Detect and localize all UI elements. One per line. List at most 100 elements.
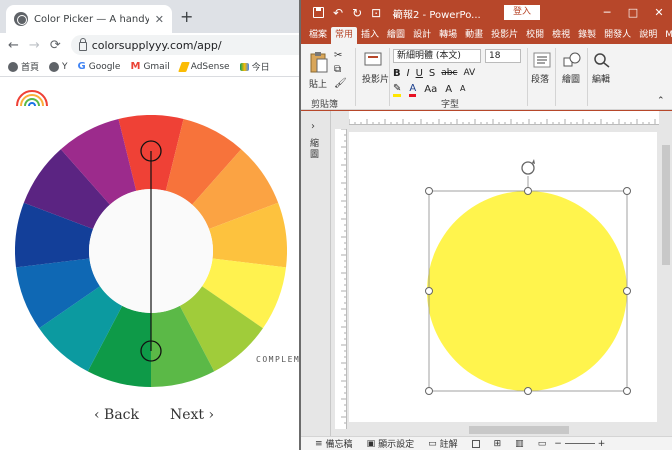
- zoom-slider[interactable]: − +: [554, 439, 605, 449]
- shrink-font-button[interactable]: A: [460, 84, 465, 97]
- back-arrow-icon[interactable]: ←: [8, 38, 19, 53]
- font-format-row: B I U S abc AV: [393, 68, 475, 79]
- comments-toggle[interactable]: ▭ 註解: [428, 437, 458, 450]
- shadow-button[interactable]: S: [429, 68, 435, 79]
- bookmark-item[interactable]: 今日: [239, 60, 270, 73]
- tab-file[interactable]: 檔案: [305, 27, 331, 44]
- italic-button[interactable]: I: [407, 68, 410, 79]
- normal-view-button[interactable]: [471, 439, 480, 448]
- copy-icon[interactable]: ⧉: [334, 64, 341, 75]
- back-button[interactable]: ‹ Back: [94, 407, 139, 423]
- browser-toolbar: ← → ⟳ colorsupplyyy.com/app/: [0, 33, 299, 57]
- font-size-select[interactable]: 18: [485, 49, 521, 63]
- slide-canvas[interactable]: [349, 132, 657, 422]
- sorter-view-button[interactable]: ⊞: [494, 439, 502, 449]
- bookmark-item[interactable]: AdSense: [177, 61, 230, 72]
- editing-label[interactable]: 編輯: [592, 72, 610, 85]
- paste-label[interactable]: 貼上: [309, 77, 327, 90]
- save-icon[interactable]: [313, 7, 324, 18]
- next-button[interactable]: Next ›: [170, 407, 214, 423]
- paragraph-icon[interactable]: [533, 52, 551, 68]
- slide-svg: [425, 159, 631, 395]
- bookmark-item[interactable]: G Google: [78, 61, 121, 72]
- tab-developer[interactable]: 開發人: [600, 27, 635, 44]
- underline-button[interactable]: U: [416, 68, 423, 79]
- bold-button[interactable]: B: [393, 68, 401, 79]
- color-wheel[interactable]: [15, 115, 287, 387]
- resize-handle[interactable]: [524, 187, 532, 195]
- login-button[interactable]: 登入: [504, 5, 540, 20]
- thumbnails-label[interactable]: 縮圖: [310, 139, 322, 161]
- tab-slideshow[interactable]: 投影片: [487, 27, 522, 44]
- rotate-handle-icon[interactable]: [521, 159, 535, 175]
- format-painter-icon[interactable]: 🖌: [334, 78, 347, 89]
- globe-icon: [14, 12, 28, 26]
- resize-handle[interactable]: [623, 287, 631, 295]
- bookmark-item[interactable]: 首頁: [8, 60, 39, 73]
- tab-transitions[interactable]: 轉場: [435, 27, 461, 44]
- resize-handle[interactable]: [524, 387, 532, 395]
- tab-strip: Color Picker — A handy design ✕ +: [0, 0, 299, 33]
- resize-handle[interactable]: [425, 387, 433, 395]
- rainbow-logo-icon[interactable]: [14, 86, 50, 108]
- collapse-ribbon-icon[interactable]: ⌃: [657, 96, 665, 106]
- bookmark-item[interactable]: Y: [49, 61, 68, 72]
- redo-icon[interactable]: ↻: [352, 6, 362, 20]
- cut-icon[interactable]: ✂: [334, 50, 342, 61]
- tab-home[interactable]: 常用: [331, 27, 358, 44]
- shapes-icon[interactable]: [563, 52, 581, 68]
- resize-handle[interactable]: [425, 287, 433, 295]
- tab-review[interactable]: 校閱: [522, 27, 548, 44]
- font-color-button[interactable]: A: [409, 84, 417, 97]
- display-settings[interactable]: ▣ 顯示設定: [367, 437, 415, 450]
- new-slide-icon[interactable]: [364, 52, 382, 68]
- resize-handle[interactable]: [623, 387, 631, 395]
- scroll-thumb[interactable]: [662, 145, 670, 265]
- maximize-button[interactable]: □: [620, 0, 646, 25]
- vertical-scrollbar[interactable]: [660, 125, 672, 436]
- tab-animations[interactable]: 動畫: [461, 27, 487, 44]
- font-name-select[interactable]: 新細明體 (本文): [393, 49, 481, 63]
- tab-mix[interactable]: Mix: [661, 27, 672, 44]
- bookmark-label: Gmail: [143, 61, 170, 72]
- browser-tab[interactable]: Color Picker — A handy design ✕: [6, 5, 172, 33]
- minimize-button[interactable]: ─: [594, 0, 620, 25]
- bookmark-item[interactable]: M Gmail: [130, 61, 169, 72]
- notes-label: 備忘稿: [325, 440, 353, 450]
- paste-icon[interactable]: [309, 50, 329, 74]
- tab-design[interactable]: 設計: [409, 27, 435, 44]
- paragraph-label[interactable]: 段落: [531, 72, 549, 85]
- close-tab-icon[interactable]: ✕: [155, 13, 164, 26]
- tab-help[interactable]: 說明: [635, 27, 661, 44]
- drawing-label[interactable]: 繪圖: [562, 72, 580, 85]
- close-button[interactable]: ✕: [646, 0, 672, 25]
- new-tab-button[interactable]: +: [180, 7, 193, 26]
- search-icon[interactable]: [593, 52, 611, 68]
- resize-handle[interactable]: [425, 187, 433, 195]
- notes-toggle[interactable]: ≡ 備忘稿: [315, 437, 353, 450]
- strikethrough-button[interactable]: abc: [441, 68, 457, 79]
- yellow-circle-shape[interactable]: [427, 191, 627, 391]
- reading-view-button[interactable]: ▥: [515, 439, 524, 449]
- slides-label[interactable]: 投影片: [362, 72, 389, 85]
- undo-icon[interactable]: ↶: [333, 6, 343, 20]
- horizontal-scrollbar[interactable]: [349, 424, 659, 436]
- resize-handle[interactable]: [623, 187, 631, 195]
- tab-record[interactable]: 錄製: [574, 27, 600, 44]
- change-case-button[interactable]: Aa: [424, 84, 437, 97]
- expand-thumbnails-icon[interactable]: ›: [311, 121, 315, 132]
- tab-insert[interactable]: 插入: [357, 27, 383, 44]
- character-spacing-button[interactable]: AV: [463, 68, 475, 79]
- grid-icon: ⊞: [493, 438, 502, 449]
- highlight-color-button[interactable]: ✎: [393, 84, 402, 97]
- tab-draw[interactable]: 繪圖: [383, 27, 409, 44]
- slideshow-button[interactable]: ▭: [538, 439, 547, 449]
- ribbon-separator: [587, 48, 588, 106]
- tab-view[interactable]: 檢視: [548, 27, 574, 44]
- scroll-thumb[interactable]: [469, 426, 569, 434]
- address-bar[interactable]: colorsupplyyy.com/app/: [70, 35, 299, 55]
- grow-font-button[interactable]: A: [445, 84, 452, 97]
- forward-arrow-icon[interactable]: →: [29, 38, 40, 53]
- present-icon[interactable]: ⊡: [371, 6, 381, 20]
- reload-icon[interactable]: ⟳: [50, 38, 61, 53]
